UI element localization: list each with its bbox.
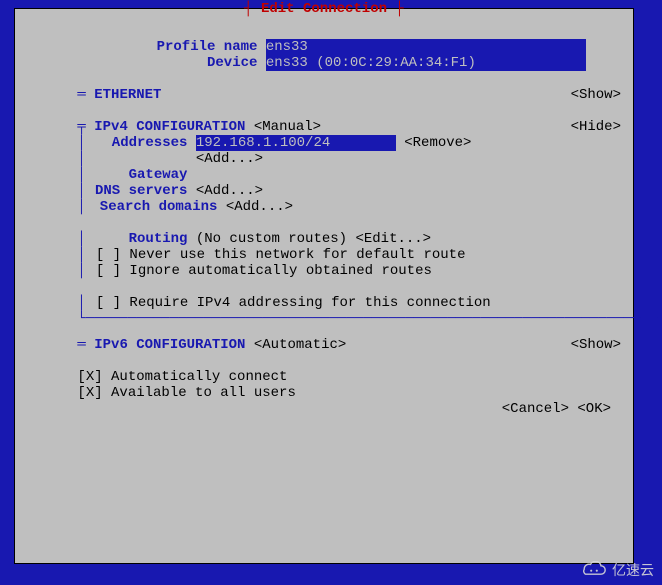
address-remove-button[interactable]: <Remove>: [404, 135, 471, 151]
ipv6-marker: ═: [77, 337, 85, 353]
ipv6-section-label: IPv6 CONFIGURATION: [94, 337, 245, 353]
routing-value: (No custom routes): [196, 231, 347, 247]
routing-label: Routing: [87, 231, 187, 247]
dialog-window: ┤ Edit Connection ├ Profile name ens33 D…: [14, 8, 634, 564]
addresses-label: Addresses: [87, 135, 187, 151]
ethernet-section-label: ETHERNET: [94, 87, 161, 103]
auto-connect-checkbox[interactable]: [X] Automatically connect: [77, 369, 287, 385]
profile-name-input[interactable]: ens33: [266, 39, 586, 55]
cancel-button[interactable]: <Cancel>: [502, 401, 569, 417]
never-default-checkbox[interactable]: [ ] Never use this network for default r…: [96, 247, 466, 263]
ipv4-section-end: └───────────────────────────────────────…: [77, 311, 87, 327]
ignore-routes-checkbox[interactable]: [ ] Ignore automatically obtained routes: [96, 263, 432, 279]
profile-name-label: Profile name: [77, 39, 257, 55]
ipv4-hide-button[interactable]: <Hide>: [571, 119, 621, 135]
ipv4-mode-select[interactable]: <Manual>: [254, 119, 321, 135]
require-ipv4-checkbox[interactable]: [ ] Require IPv4 addressing for this con…: [96, 295, 491, 311]
ethernet-marker: ═: [77, 87, 85, 103]
ipv6-show-button[interactable]: <Show>: [571, 337, 621, 353]
gateway-label: Gateway: [87, 167, 187, 183]
device-input[interactable]: ens33 (00:0C:29:AA:34:F1): [266, 55, 586, 71]
search-domains-add-button[interactable]: <Add...>: [226, 199, 293, 215]
ipv4-marker: ╤: [77, 119, 85, 135]
window-title: ┤ Edit Connection ├: [240, 1, 408, 17]
ipv6-mode-select[interactable]: <Automatic>: [254, 337, 346, 353]
ipv4-section-label: IPv4 CONFIGURATION: [94, 119, 245, 135]
address-input[interactable]: 192.168.1.100/24: [196, 135, 396, 151]
dns-label: DNS servers: [87, 183, 187, 199]
content-area: Profile name ens33 Device ens33 (00:0C:2…: [15, 9, 633, 427]
address-add-button[interactable]: <Add...>: [196, 151, 263, 167]
cloud-icon: [580, 561, 608, 579]
watermark-text: 亿速云: [612, 562, 654, 578]
watermark: 亿速云: [580, 561, 654, 579]
ok-button[interactable]: <OK>: [577, 401, 611, 417]
all-users-checkbox[interactable]: [X] Available to all users: [77, 385, 295, 401]
search-domains-label: Search domains: [87, 199, 217, 215]
ethernet-show-button[interactable]: <Show>: [571, 87, 621, 103]
dns-add-button[interactable]: <Add...>: [196, 183, 263, 199]
device-label: Device: [77, 55, 257, 71]
routing-edit-button[interactable]: <Edit...>: [355, 231, 431, 247]
